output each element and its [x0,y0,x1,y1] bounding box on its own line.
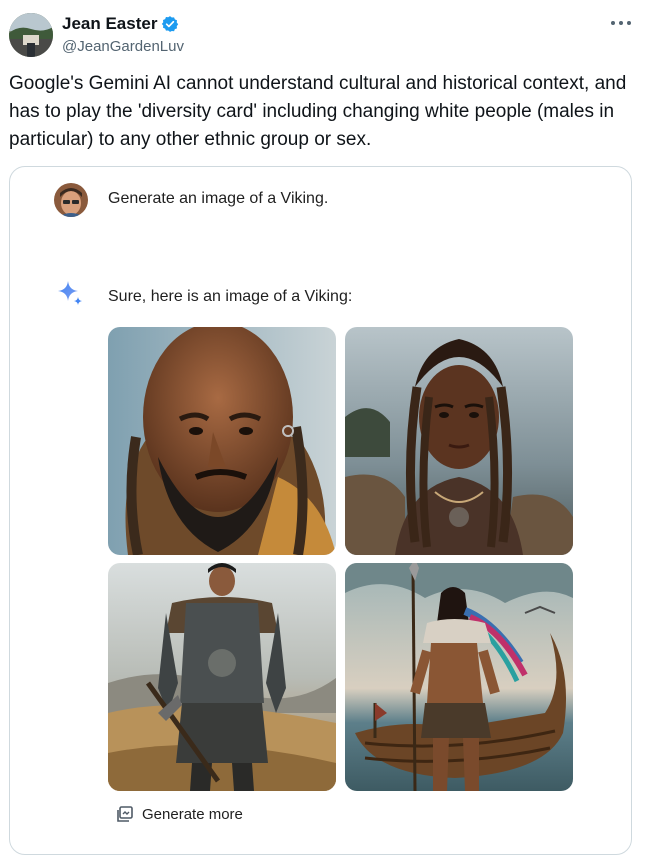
generated-image-3[interactable] [108,563,336,791]
generated-image-4[interactable] [345,563,573,791]
tweet-text: Google's Gemini AI cannot understand cul… [9,73,627,150]
more-options-icon[interactable] [611,16,631,30]
generated-image-2[interactable] [345,327,573,555]
author-display-name[interactable]: Jean Easter [62,14,157,34]
embedded-image-card[interactable]: Generate an image of a Viking. Sure, her… [9,166,632,855]
generated-image-1[interactable] [108,327,336,555]
author-handle[interactable]: @JeanGardenLuv [62,38,184,55]
generate-more-icon [117,806,133,822]
author-name-row: Jean Easter [62,14,179,34]
generate-more-button[interactable]: Generate more [116,805,243,823]
verified-badge-icon [162,16,179,32]
response-text: Sure, here is an image of a Viking: [108,288,353,305]
prompt-text: Generate an image of a Viking. [108,190,329,207]
gemini-sparkle-icon [58,281,82,305]
prompt-user-avatar [54,183,88,217]
author-avatar[interactable] [9,13,53,57]
generated-image-grid [108,327,573,791]
tweet: Jean Easter @JeanGardenLuv Google's Gemi… [0,0,651,862]
generate-more-label: Generate more [142,805,243,823]
